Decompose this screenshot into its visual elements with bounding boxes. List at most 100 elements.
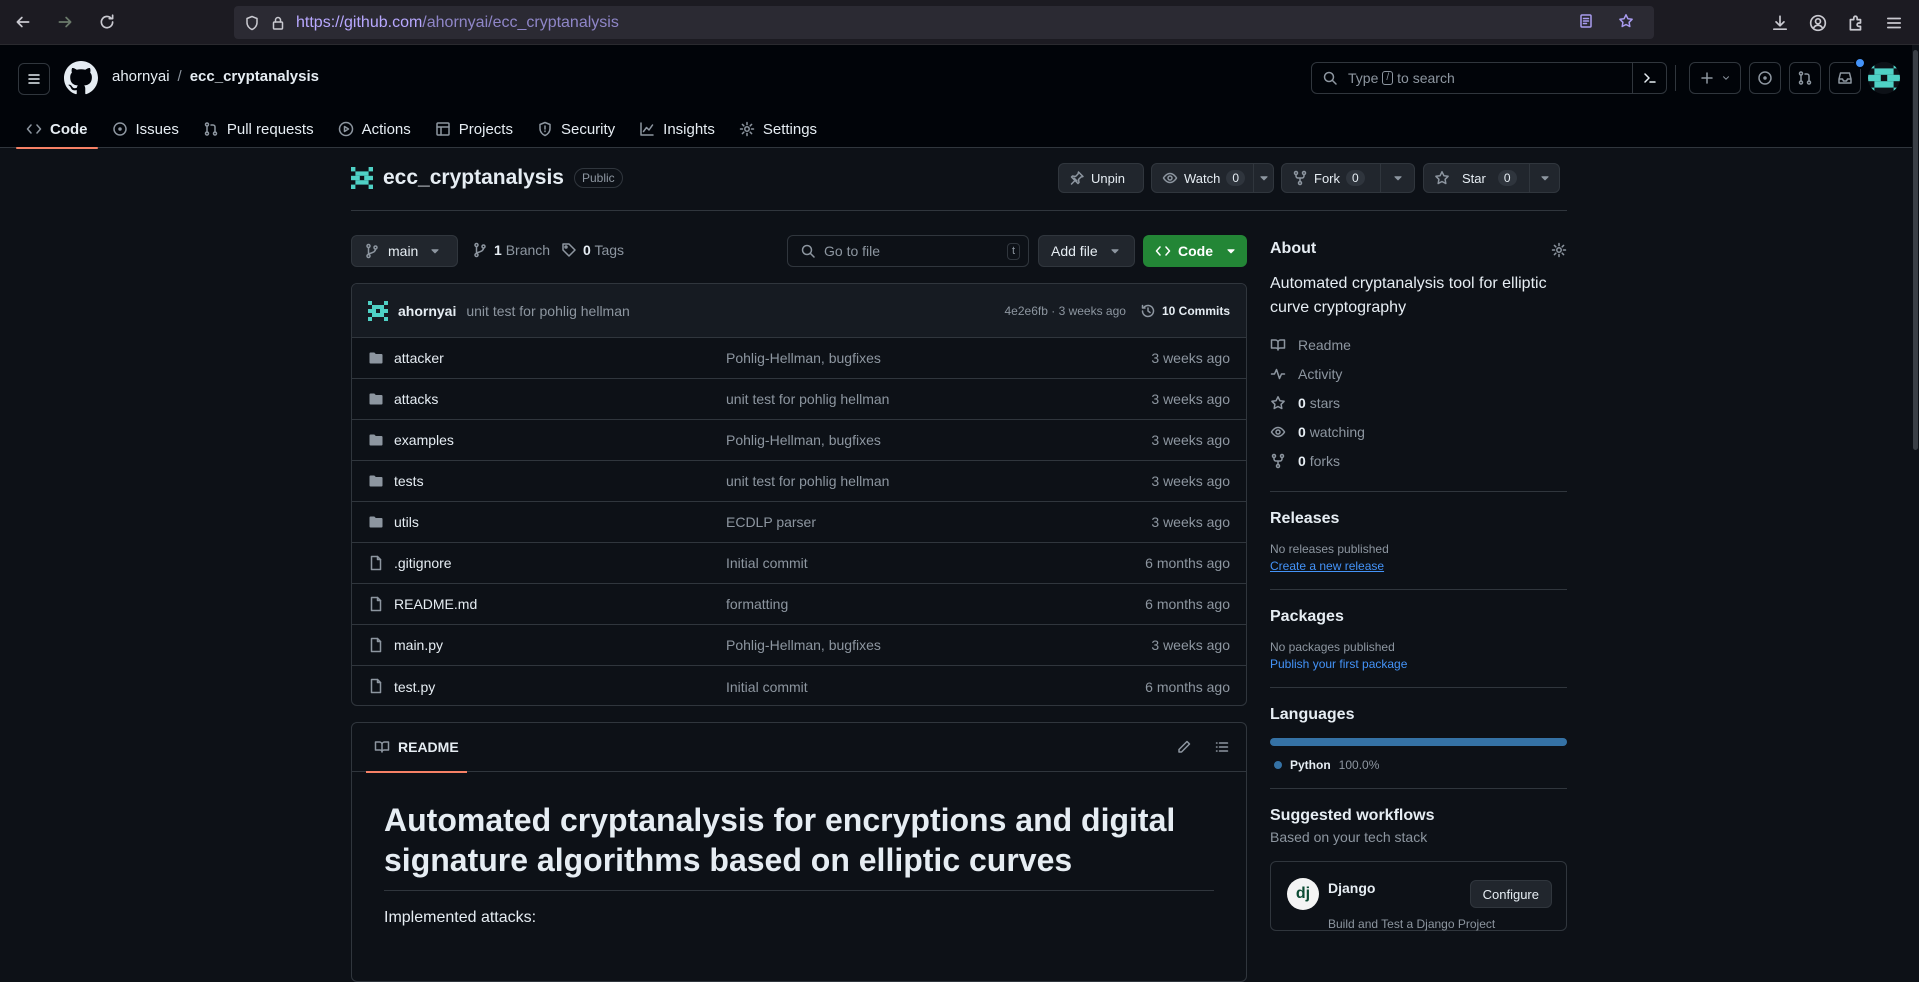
stars-link[interactable]: 0 stars: [1270, 388, 1567, 417]
shield-icon: [539, 121, 551, 137]
file-name-link[interactable]: utils: [394, 514, 419, 530]
file-name-link[interactable]: README.md: [394, 596, 477, 612]
code-dropdown-button[interactable]: Code: [1143, 235, 1247, 267]
table-row[interactable]: .gitignore Initial commit 6 months ago: [352, 543, 1246, 584]
page-scrollbar-thumb[interactable]: [1913, 50, 1918, 450]
publish-package-link[interactable]: Publish your first package: [1270, 657, 1567, 671]
go-to-file-input[interactable]: Go to file t: [787, 235, 1029, 267]
header-divider: [1675, 65, 1676, 91]
table-row[interactable]: test.py Initial commit 6 months ago: [352, 666, 1246, 705]
create-release-link[interactable]: Create a new release: [1270, 559, 1567, 573]
file-commit-message[interactable]: Initial commit: [726, 679, 808, 695]
branches-link[interactable]: 1 Branch: [472, 242, 550, 258]
file-commit-message[interactable]: Pohlig-Hellman, bugfixes: [726, 637, 881, 653]
file-name-link[interactable]: attacker: [394, 350, 444, 366]
file-icon: [370, 596, 382, 612]
commit-author[interactable]: ahornyai: [398, 303, 456, 319]
table-row[interactable]: README.md formatting 6 months ago: [352, 584, 1246, 625]
watch-button[interactable]: Watch 0: [1151, 163, 1274, 193]
gear-icon[interactable]: [1551, 242, 1567, 258]
breadcrumb-owner[interactable]: ahornyai: [112, 68, 170, 85]
global-menu-button[interactable]: [18, 63, 50, 95]
reader-view-icon[interactable]: [1578, 13, 1594, 29]
workflow-name: Django: [1328, 880, 1376, 896]
file-commit-message[interactable]: ECDLP parser: [726, 514, 816, 530]
tab-actions[interactable]: Actions: [328, 110, 421, 148]
user-avatar[interactable]: [1868, 62, 1900, 94]
activity-link[interactable]: Activity: [1270, 359, 1567, 388]
tab-issues[interactable]: Issues: [102, 110, 189, 148]
packages-title[interactable]: Packages: [1270, 608, 1567, 626]
command-palette-button[interactable]: [1632, 63, 1666, 93]
file-commit-message[interactable]: Pohlig-Hellman, bugfixes: [726, 432, 881, 448]
tab-pull-requests[interactable]: Pull requests: [193, 110, 324, 148]
configure-button[interactable]: Configure: [1469, 880, 1552, 908]
branch-selector[interactable]: main: [351, 235, 458, 267]
list-icon[interactable]: [1214, 739, 1230, 755]
add-file-button[interactable]: Add file: [1038, 235, 1135, 267]
global-search-input[interactable]: Type / to search: [1311, 62, 1667, 94]
star-button[interactable]: Star 0: [1423, 163, 1560, 193]
table-row[interactable]: utils ECDLP parser 3 weeks ago: [352, 502, 1246, 543]
table-row[interactable]: tests unit test for pohlig hellman 3 weeks…: [352, 461, 1246, 502]
reload-button[interactable]: [92, 7, 122, 37]
workflows-section: Suggested workflows Based on your tech s…: [1270, 788, 1567, 931]
github-logo-icon[interactable]: [64, 61, 98, 95]
create-new-button[interactable]: [1689, 62, 1741, 94]
fork-button[interactable]: Fork 0: [1281, 163, 1415, 193]
fork-dropdown[interactable]: [1380, 164, 1414, 192]
bookmark-star-icon[interactable]: [1618, 13, 1634, 29]
breadcrumb-repo[interactable]: ecc_cryptanalysis: [190, 68, 319, 85]
pull-request-icon: [204, 122, 218, 136]
tags-link[interactable]: 0 Tags: [561, 242, 624, 258]
commit-author-avatar[interactable]: [368, 300, 388, 321]
extensions-button[interactable]: [1841, 8, 1871, 38]
file-commit-message[interactable]: Pohlig-Hellman, bugfixes: [726, 350, 881, 366]
commits-link[interactable]: 10 Commits: [1140, 303, 1230, 319]
file-name-link[interactable]: attacks: [394, 391, 438, 407]
app-menu-button[interactable]: [1879, 8, 1909, 38]
issues-button[interactable]: [1749, 62, 1781, 94]
account-button[interactable]: [1803, 8, 1833, 38]
downloads-button[interactable]: [1765, 8, 1795, 38]
table-row[interactable]: attacks unit test for pohlig hellman 3 wee…: [352, 379, 1246, 420]
pull-requests-button[interactable]: [1789, 62, 1821, 94]
pencil-icon[interactable]: [1176, 739, 1192, 755]
commits-label: 10 Commits: [1161, 303, 1230, 318]
table-row[interactable]: examples Pohlig-Hellman, bugfixes 3 weeks …: [352, 420, 1246, 461]
back-button[interactable]: [8, 7, 38, 37]
terminal-icon: [1643, 73, 1656, 83]
language-item-python[interactable]: Python 100.0%: [1270, 758, 1567, 772]
watch-dropdown[interactable]: [1253, 164, 1273, 192]
tab-settings[interactable]: Settings: [729, 110, 827, 148]
tab-projects[interactable]: Projects: [425, 110, 523, 148]
file-commit-message[interactable]: unit test for pohlig hellman: [726, 473, 889, 489]
tab-code[interactable]: Code: [16, 110, 98, 149]
tab-insights[interactable]: Insights: [629, 110, 725, 148]
table-row[interactable]: attacker Pohlig-Hellman, bugfixes 3 weeks …: [352, 338, 1246, 379]
star-dropdown[interactable]: [1529, 164, 1559, 192]
tab-security[interactable]: Security: [527, 110, 625, 148]
readme-tab[interactable]: README: [366, 723, 467, 773]
file-commit-message[interactable]: formatting: [726, 596, 788, 612]
file-name-link[interactable]: .gitignore: [394, 555, 452, 571]
table-row[interactable]: main.py Pohlig-Hellman, bugfixes 3 weeks a…: [352, 625, 1246, 666]
unpin-button[interactable]: Unpin: [1058, 163, 1144, 193]
file-name-link[interactable]: test.py: [394, 679, 435, 695]
file-name-link[interactable]: examples: [394, 432, 454, 448]
forks-link[interactable]: 0 forks: [1270, 446, 1567, 475]
url-bar[interactable]: https://github.com/ahornyai/ecc_cryptana…: [234, 6, 1654, 39]
readme-link[interactable]: Readme: [1270, 330, 1567, 359]
file-name-link[interactable]: tests: [394, 473, 424, 489]
forward-button[interactable]: [50, 7, 80, 37]
commit-hash[interactable]: 4e2e6fb: [1005, 304, 1048, 318]
file-commit-date: 3 weeks ago: [1151, 514, 1230, 530]
watching-link[interactable]: 0 watching: [1270, 417, 1567, 446]
file-commit-message[interactable]: Initial commit: [726, 555, 808, 571]
file-name-link[interactable]: main.py: [394, 637, 443, 653]
commit-message[interactable]: unit test for pohlig hellman: [466, 303, 629, 319]
releases-title[interactable]: Releases: [1270, 510, 1567, 528]
file-commit-message[interactable]: unit test for pohlig hellman: [726, 391, 889, 407]
repo-name[interactable]: ecc_cryptanalysis: [383, 166, 564, 190]
file-type-icon: [368, 473, 384, 489]
